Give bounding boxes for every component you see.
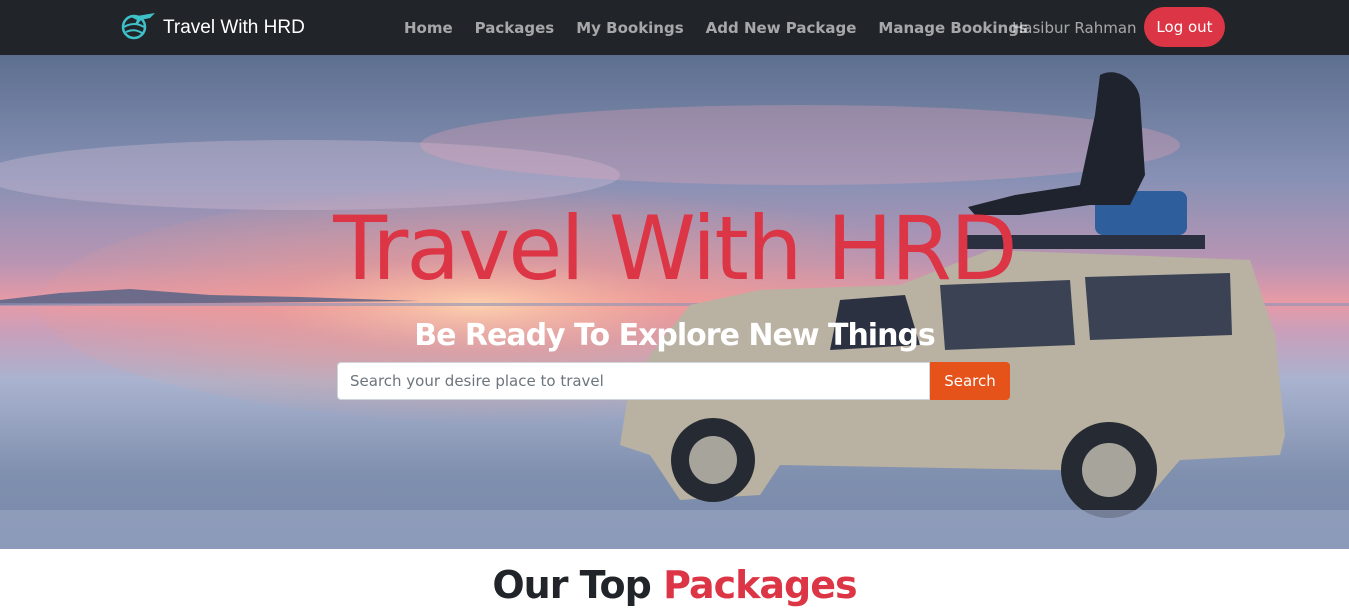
- nav-links: Home Packages My Bookings Add New Packag…: [393, 0, 1039, 55]
- navbar: Travel With HRD Home Packages My Booking…: [0, 0, 1349, 55]
- brand-name: Travel With HRD: [163, 16, 305, 38]
- section-title: Our Top Packages: [0, 563, 1349, 607]
- nav-item-my-bookings[interactable]: My Bookings: [565, 19, 694, 37]
- nav-item-packages[interactable]: Packages: [464, 19, 566, 37]
- globe-plane-icon: [117, 9, 157, 47]
- section-title-main: Our Top: [492, 563, 652, 607]
- section-title-accent: Packages: [663, 563, 858, 607]
- search-bar: Search: [337, 362, 1010, 400]
- search-button[interactable]: Search: [930, 362, 1010, 400]
- user-name: Hasibur Rahman: [1012, 18, 1137, 37]
- search-input[interactable]: [337, 362, 930, 400]
- hero-title: Travel With HRD: [333, 197, 1017, 300]
- nav-item-add-new-package[interactable]: Add New Package: [695, 19, 868, 37]
- logout-button[interactable]: Log out: [1144, 7, 1225, 47]
- hero-subtitle: Be Ready To Explore New Things: [414, 318, 936, 353]
- hero-content: Travel With HRD Be Ready To Explore New …: [0, 55, 1349, 549]
- hero-banner: Travel With HRD Be Ready To Explore New …: [0, 55, 1349, 549]
- brand[interactable]: Travel With HRD: [117, 0, 305, 55]
- nav-item-home[interactable]: Home: [393, 19, 464, 37]
